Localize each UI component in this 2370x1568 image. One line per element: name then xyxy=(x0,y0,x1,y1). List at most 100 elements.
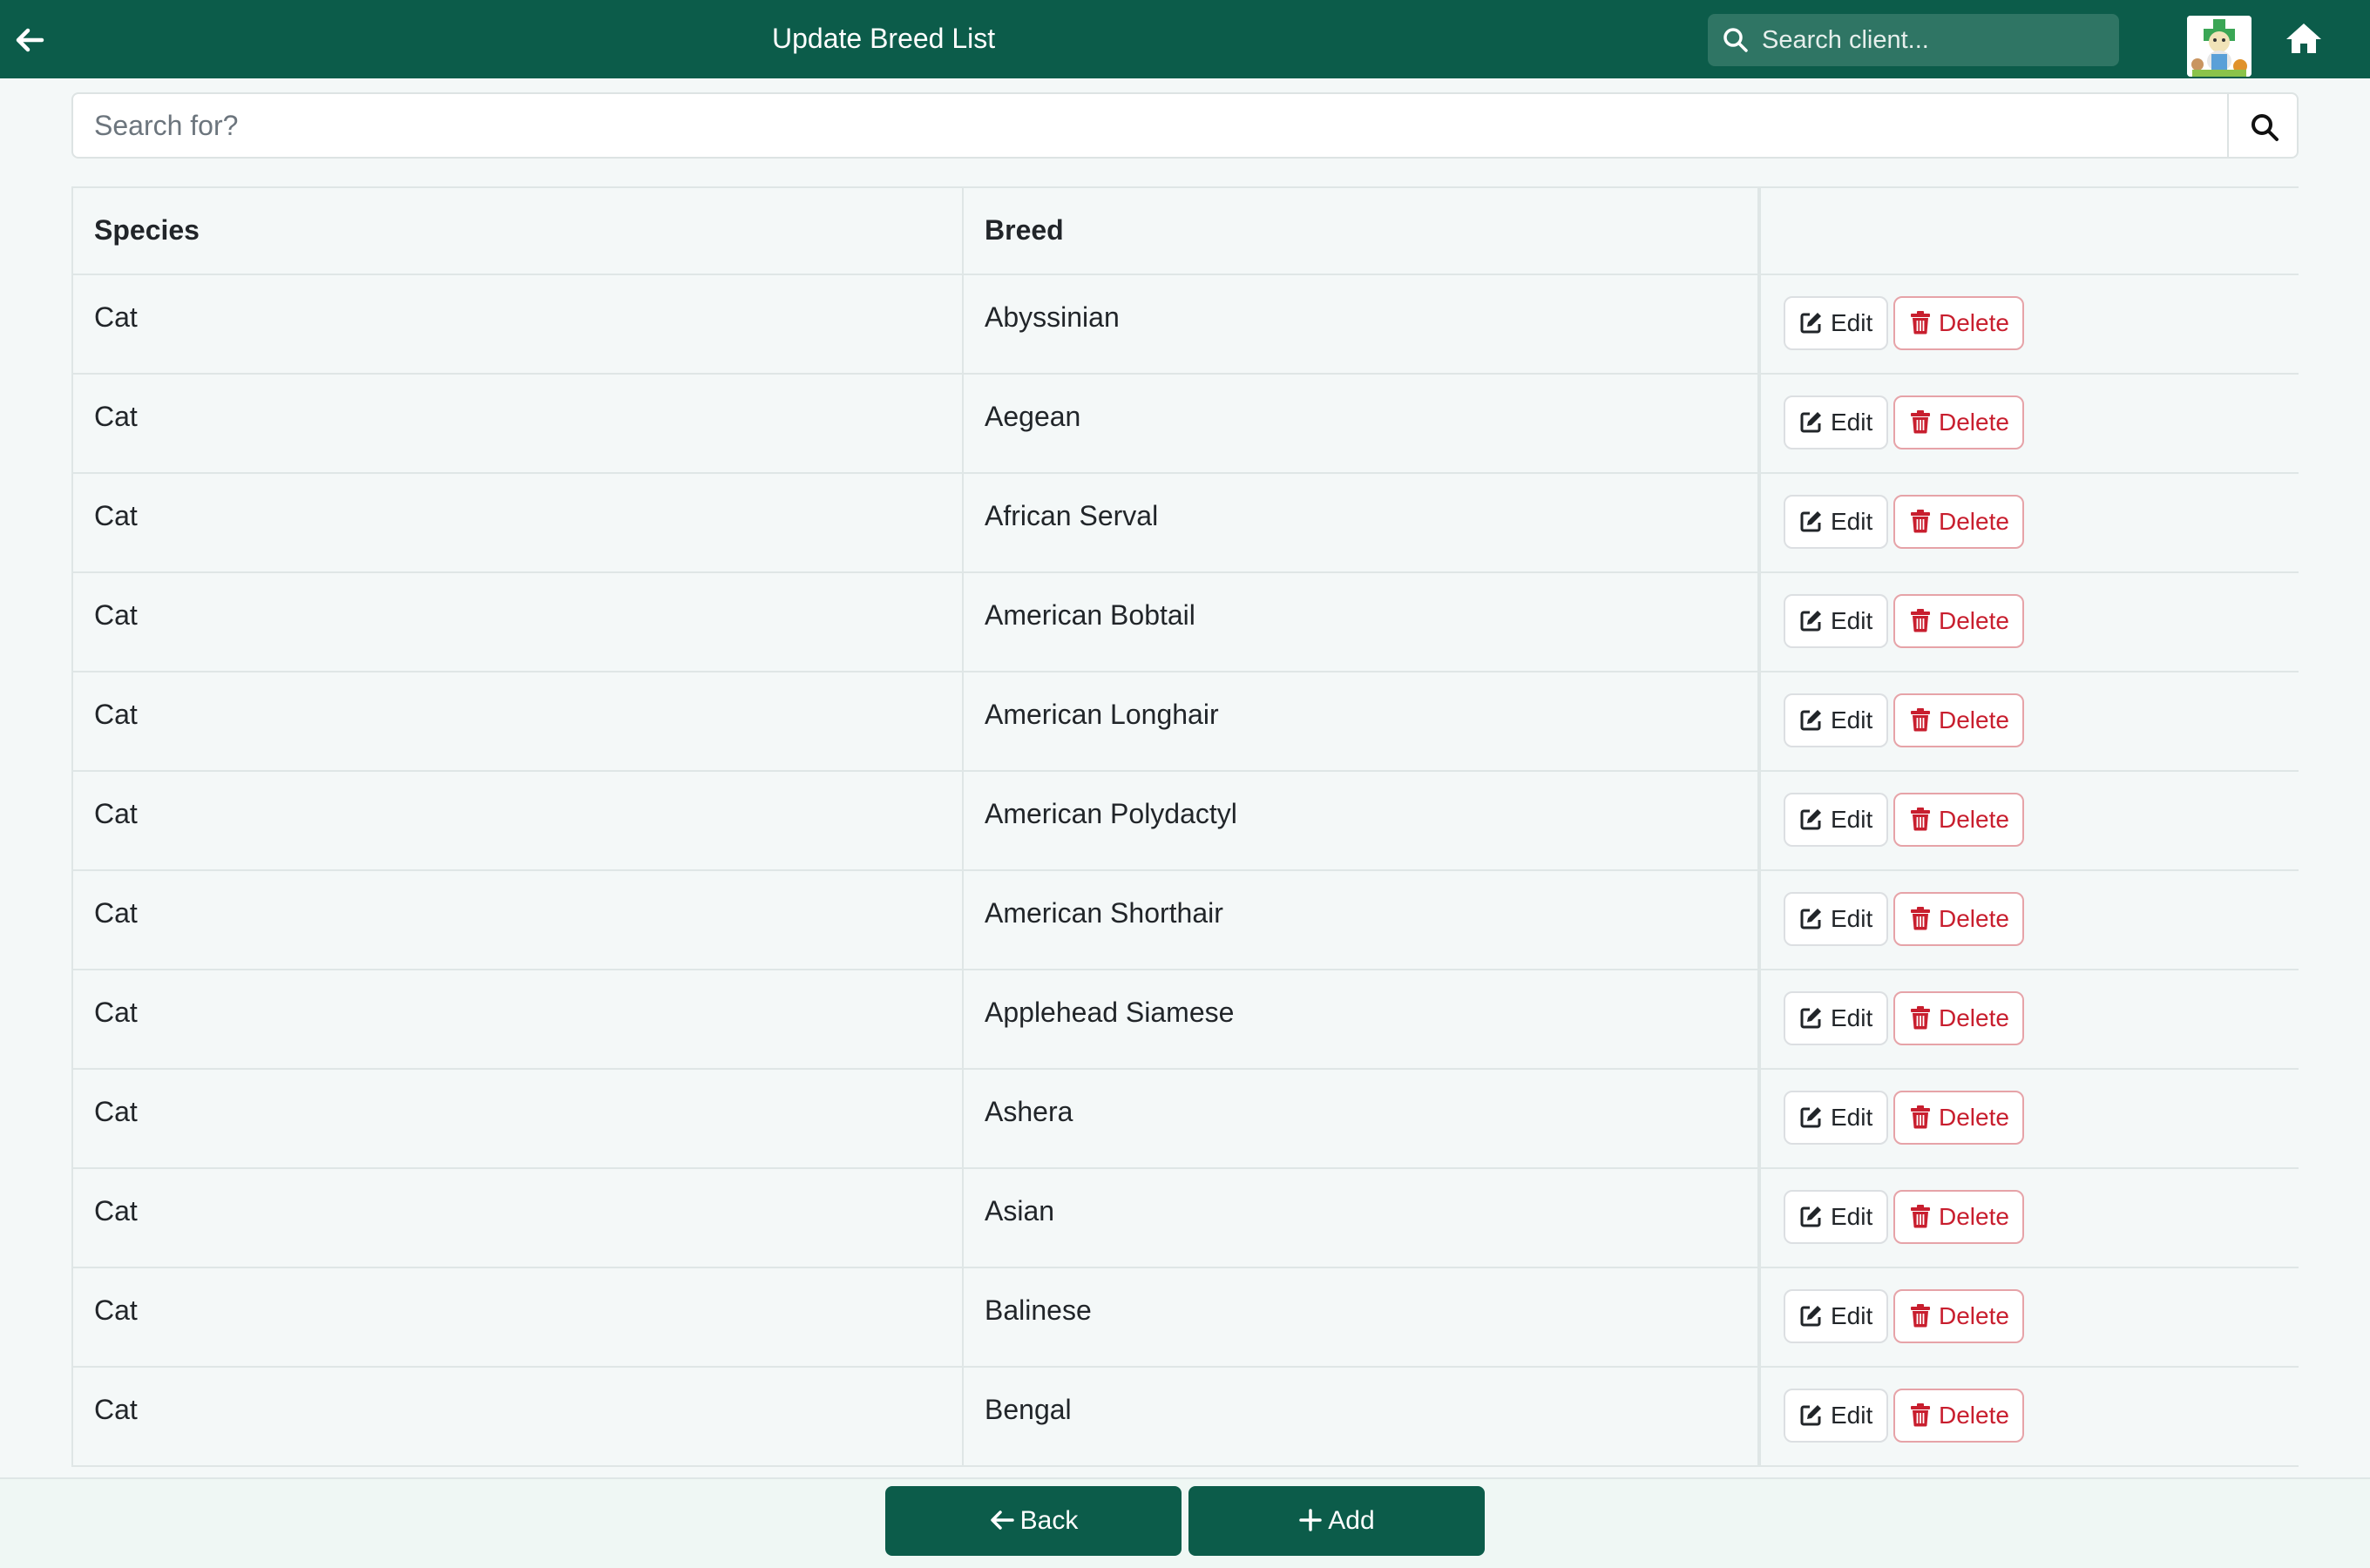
table-row: Cat Abyssinian Edit Delete xyxy=(71,274,2299,375)
edit-button[interactable]: Edit xyxy=(1784,395,1888,449)
species-cell: Cat xyxy=(71,770,964,871)
search-icon xyxy=(1723,28,1748,52)
breed-cell: Balinese xyxy=(962,1267,1760,1368)
edit-button[interactable]: Edit xyxy=(1784,1190,1888,1244)
delete-button-label: Delete xyxy=(1939,1203,2009,1230)
column-header-species: Species xyxy=(71,186,964,275)
edit-button[interactable]: Edit xyxy=(1784,594,1888,648)
edit-button[interactable]: Edit xyxy=(1784,296,1888,350)
actions-cell: Edit Delete xyxy=(1757,274,2299,375)
edit-icon xyxy=(1800,1206,1821,1227)
actions-cell: Edit Delete xyxy=(1757,671,2299,772)
table-row: Cat Asian Edit Delete xyxy=(71,1167,2299,1268)
clinic-logo-icon xyxy=(2187,16,2252,77)
breed-cell: American Longhair xyxy=(962,671,1760,772)
delete-button[interactable]: Delete xyxy=(1893,1190,2024,1244)
edit-icon xyxy=(1800,1405,1821,1426)
actions-cell: Edit Delete xyxy=(1757,969,2299,1070)
delete-button-label: Delete xyxy=(1939,409,2009,436)
delete-button[interactable]: Delete xyxy=(1893,991,2024,1045)
edit-button[interactable]: Edit xyxy=(1784,693,1888,747)
edit-button[interactable]: Edit xyxy=(1784,1289,1888,1343)
edit-icon xyxy=(1800,313,1821,334)
edit-button-label: Edit xyxy=(1831,1402,1873,1429)
delete-button-label: Delete xyxy=(1939,1402,2009,1429)
edit-button-label: Edit xyxy=(1831,508,1873,535)
footer-bar: Back Add xyxy=(0,1477,2370,1568)
trash-icon xyxy=(1911,510,1930,533)
species-cell: Cat xyxy=(71,472,964,573)
edit-button[interactable]: Edit xyxy=(1784,495,1888,549)
client-search-input[interactable] xyxy=(1762,14,2110,66)
edit-button-label: Edit xyxy=(1831,309,1873,336)
edit-button[interactable]: Edit xyxy=(1784,892,1888,946)
table-row: Cat American Polydactyl Edit Delete xyxy=(71,770,2299,871)
delete-button[interactable]: Delete xyxy=(1893,395,2024,449)
plus-icon xyxy=(1299,1509,1323,1531)
breed-cell: American Polydactyl xyxy=(962,770,1760,871)
edit-button[interactable]: Edit xyxy=(1784,1389,1888,1443)
delete-button[interactable]: Delete xyxy=(1893,296,2024,350)
edit-button[interactable]: Edit xyxy=(1784,793,1888,847)
table-header-row: Species Breed xyxy=(71,186,2299,275)
delete-button[interactable]: Delete xyxy=(1893,594,2024,648)
edit-button-label: Edit xyxy=(1831,409,1873,436)
actions-cell: Edit Delete xyxy=(1757,571,2299,672)
species-cell: Cat xyxy=(71,671,964,772)
actions-cell: Edit Delete xyxy=(1757,1366,2299,1467)
edit-button-label: Edit xyxy=(1831,1104,1873,1131)
breed-cell: Asian xyxy=(962,1167,1760,1268)
table-row: Cat Bengal Edit Delete xyxy=(71,1366,2299,1467)
breed-cell: American Bobtail xyxy=(962,571,1760,672)
actions-cell: Edit Delete xyxy=(1757,770,2299,871)
actions-cell: Edit Delete xyxy=(1757,373,2299,474)
edit-button-label: Edit xyxy=(1831,1302,1873,1329)
edit-button[interactable]: Edit xyxy=(1784,991,1888,1045)
edit-icon xyxy=(1800,412,1821,433)
client-search xyxy=(1708,14,2119,66)
edit-button-label: Edit xyxy=(1831,607,1873,634)
avatar[interactable] xyxy=(2187,16,2252,77)
edit-button[interactable]: Edit xyxy=(1784,1091,1888,1145)
home-icon[interactable] xyxy=(2285,21,2323,56)
search-button[interactable] xyxy=(2227,92,2299,159)
delete-button[interactable]: Delete xyxy=(1893,693,2024,747)
delete-button[interactable]: Delete xyxy=(1893,495,2024,549)
trash-icon xyxy=(1911,1006,1930,1030)
edit-button-label: Edit xyxy=(1831,1203,1873,1230)
actions-cell: Edit Delete xyxy=(1757,472,2299,573)
edit-icon xyxy=(1800,511,1821,532)
table-row: Cat Ashera Edit Delete xyxy=(71,1068,2299,1169)
edit-icon xyxy=(1800,1306,1821,1327)
delete-button-label: Delete xyxy=(1939,1004,2009,1031)
delete-button-label: Delete xyxy=(1939,806,2009,833)
back-button[interactable]: Back xyxy=(885,1486,1182,1556)
delete-button[interactable]: Delete xyxy=(1893,793,2024,847)
actions-cell: Edit Delete xyxy=(1757,869,2299,970)
delete-button-label: Delete xyxy=(1939,1104,2009,1131)
delete-button[interactable]: Delete xyxy=(1893,1389,2024,1443)
search-icon xyxy=(2252,114,2279,141)
table-row: Cat American Longhair Edit Delete xyxy=(71,671,2299,772)
delete-button[interactable]: Delete xyxy=(1893,1289,2024,1343)
delete-button-label: Delete xyxy=(1939,1302,2009,1329)
trash-icon xyxy=(1911,1205,1930,1228)
actions-cell: Edit Delete xyxy=(1757,1167,2299,1268)
delete-button[interactable]: Delete xyxy=(1893,892,2024,946)
species-cell: Cat xyxy=(71,1366,964,1467)
species-cell: Cat xyxy=(71,571,964,672)
search-input[interactable] xyxy=(71,92,2227,159)
table-row: Cat Applehead Siamese Edit Delete xyxy=(71,969,2299,1070)
add-button[interactable]: Add xyxy=(1188,1486,1485,1556)
trash-icon xyxy=(1911,808,1930,831)
edit-icon xyxy=(1800,1008,1821,1029)
table-row: Cat American Bobtail Edit Delete xyxy=(71,571,2299,672)
trash-icon xyxy=(1911,907,1930,930)
back-button-label: Back xyxy=(1019,1506,1079,1535)
breed-table: Species Breed Cat Abyssinian Edit Delete Cat… xyxy=(71,186,2299,1467)
species-cell: Cat xyxy=(71,373,964,474)
breed-cell: Bengal xyxy=(962,1366,1760,1467)
delete-button[interactable]: Delete xyxy=(1893,1091,2024,1145)
arrow-left-icon[interactable] xyxy=(12,23,47,57)
delete-button-label: Delete xyxy=(1939,309,2009,336)
